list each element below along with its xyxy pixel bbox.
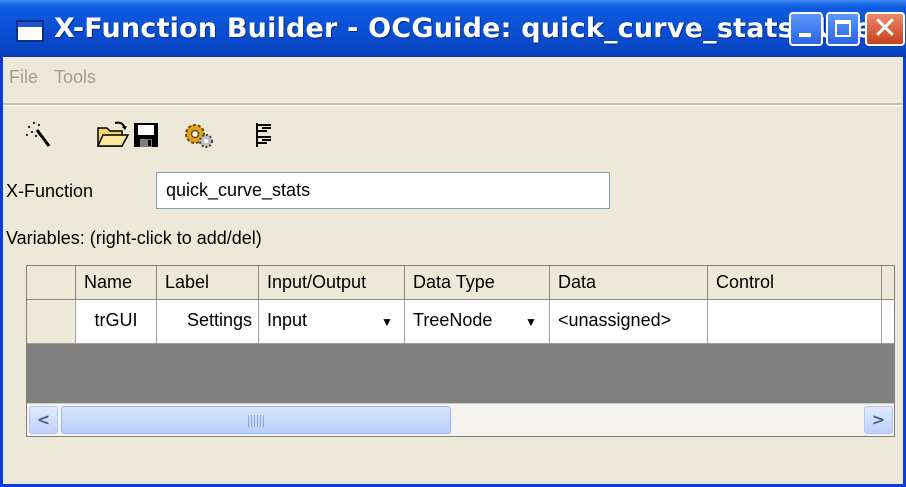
grip-icon xyxy=(248,415,264,427)
grid-header-row: Name Label Input/Output Data Type Data C… xyxy=(27,266,894,300)
menu-separator xyxy=(3,103,903,106)
maximize-button[interactable] xyxy=(826,12,860,46)
new-wand-icon[interactable] xyxy=(23,118,59,152)
table-row[interactable]: trGUI Settings Input ▼ TreeNode ▼ <unass… xyxy=(27,300,894,344)
close-button[interactable]: ✕ xyxy=(865,12,905,46)
grid-corner xyxy=(27,266,76,300)
window-title: X-Function Builder - OCGuide: quick_curv… xyxy=(54,13,900,44)
cell-label[interactable]: Settings xyxy=(157,300,259,344)
cell-name[interactable]: trGUI xyxy=(76,300,157,344)
column-header-filler xyxy=(882,266,894,300)
column-header-control[interactable]: Control xyxy=(708,266,882,300)
save-disk-icon[interactable] xyxy=(130,118,166,152)
cell-data-type[interactable]: TreeNode ▼ xyxy=(405,300,550,344)
compile-gear-icon[interactable] xyxy=(181,118,217,152)
column-header-data-type[interactable]: Data Type xyxy=(405,266,550,300)
column-header-label[interactable]: Label xyxy=(157,266,259,300)
horizontal-scrollbar[interactable]: < > xyxy=(27,403,894,436)
grid-empty-area xyxy=(27,344,894,404)
cell-control[interactable] xyxy=(708,300,882,344)
close-icon: ✕ xyxy=(872,11,898,46)
minimize-icon xyxy=(799,33,811,37)
xfunction-builder-window: X-Function Builder - OCGuide: quick_curv… xyxy=(0,0,906,487)
cell-data-type-value: TreeNode xyxy=(413,310,493,330)
cell-filler xyxy=(882,300,894,344)
column-header-data[interactable]: Data xyxy=(550,266,708,300)
menu-file[interactable]: File xyxy=(9,67,38,88)
minimize-button[interactable] xyxy=(789,12,823,46)
title-bar[interactable]: X-Function Builder - OCGuide: quick_curv… xyxy=(0,0,906,57)
xfunction-label: X-Function xyxy=(6,181,94,201)
app-window-icon xyxy=(16,20,44,42)
xfunction-name-input[interactable]: quick_curve_stats xyxy=(156,172,610,209)
cell-input-output-value: Input xyxy=(267,310,308,330)
tree-view-icon[interactable] xyxy=(249,118,285,152)
maximize-icon xyxy=(835,20,851,37)
chevron-right-icon: > xyxy=(871,410,886,429)
column-header-input-output[interactable]: Input/Output xyxy=(259,266,405,300)
open-folder-icon[interactable] xyxy=(95,118,131,152)
row-header[interactable] xyxy=(27,300,76,344)
chevron-down-icon[interactable]: ▼ xyxy=(377,312,397,332)
column-header-name[interactable]: Name xyxy=(76,266,157,300)
scroll-thumb[interactable] xyxy=(61,406,451,434)
variables-grid: Name Label Input/Output Data Type Data C… xyxy=(26,265,895,437)
variables-label: Variables: (right-click to add/del) xyxy=(6,228,262,248)
menu-tools[interactable]: Tools xyxy=(54,67,96,88)
cell-input-output[interactable]: Input ▼ xyxy=(259,300,405,344)
cell-data[interactable]: <unassigned> xyxy=(550,300,708,344)
chevron-left-icon: < xyxy=(36,410,51,429)
chevron-down-icon[interactable]: ▼ xyxy=(521,312,541,332)
scroll-left-button[interactable]: < xyxy=(29,406,58,434)
scroll-right-button[interactable]: > xyxy=(864,406,893,434)
